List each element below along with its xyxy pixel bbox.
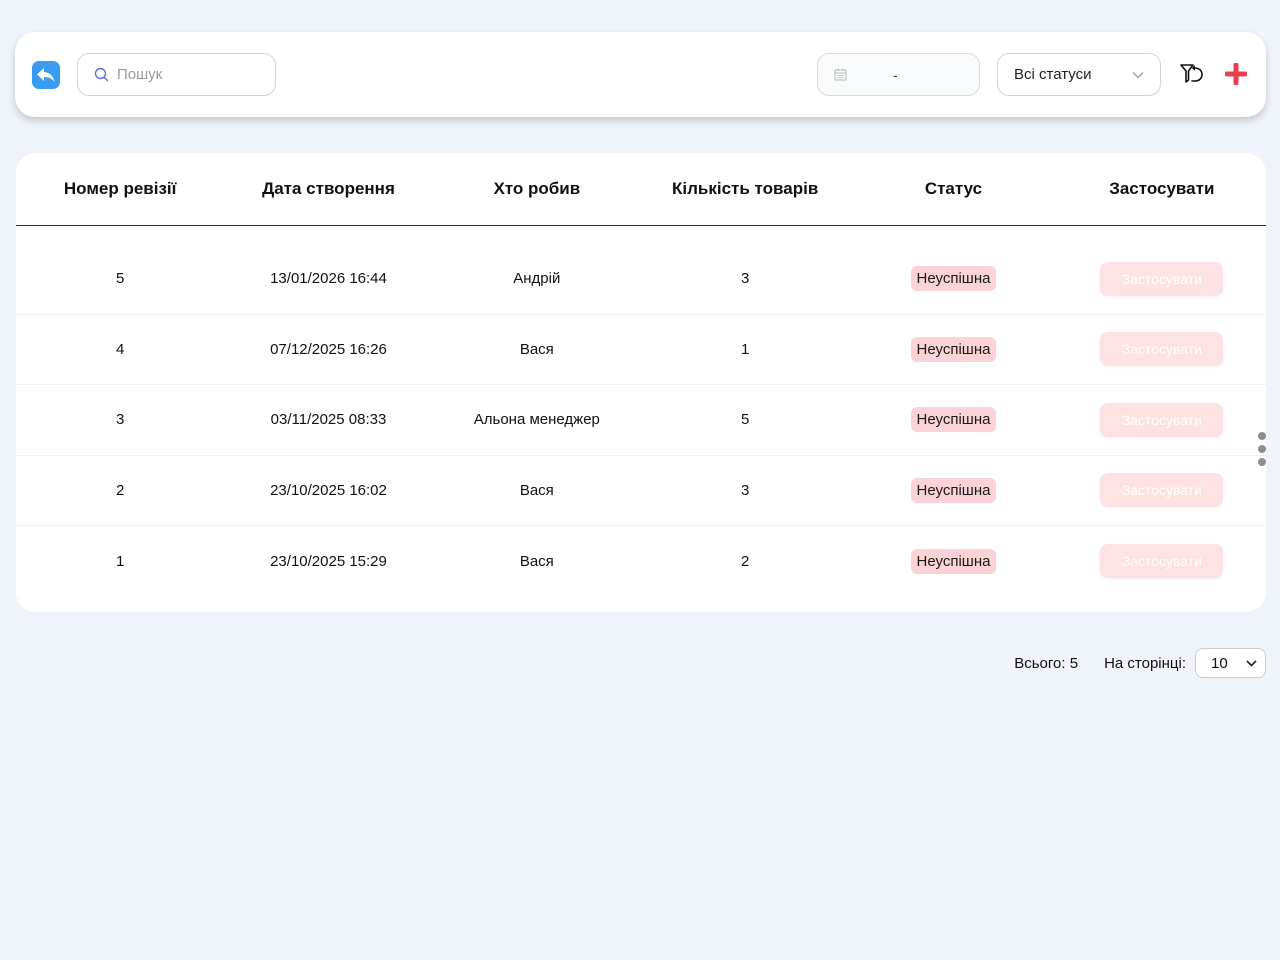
dot xyxy=(1258,445,1266,453)
plus-icon xyxy=(1225,63,1247,85)
cell-created-date: 07/12/2025 16:26 xyxy=(270,340,387,358)
per-page-value: 10 xyxy=(1211,654,1228,672)
cell-status: Неуспішна xyxy=(849,407,1057,433)
cell-created-date: 23/10/2025 15:29 xyxy=(270,552,387,570)
apply-button[interactable]: Застосувати xyxy=(1100,544,1224,579)
cell-status: Неуспішна xyxy=(849,548,1057,574)
dot xyxy=(1258,458,1266,466)
chevron-down-icon xyxy=(1246,659,1257,667)
cell-created-date: 13/01/2026 16:44 xyxy=(270,270,387,288)
status-badge: Неуспішна xyxy=(910,548,997,574)
apply-button[interactable]: Застосувати xyxy=(1100,332,1224,367)
more-options-dots-icon[interactable] xyxy=(1258,432,1266,466)
search-box[interactable] xyxy=(77,53,276,96)
cell-revision-number: 3 xyxy=(115,411,125,429)
cell-created-date: 03/11/2025 08:33 xyxy=(270,411,387,429)
back-button[interactable] xyxy=(32,61,60,89)
cell-apply: Застосувати xyxy=(1058,544,1266,579)
table-row: 4 07/12/2025 16:26 Вася 1 Неуспішна Заст… xyxy=(16,315,1266,385)
status-badge: Неуспішна xyxy=(910,407,997,433)
reset-filters-button[interactable] xyxy=(1178,60,1206,88)
status-filter-value: Всі статуси xyxy=(1014,66,1092,83)
status-badge: Неуспішна xyxy=(910,336,997,362)
pagination: Всього: 5 На сторінці: 10 xyxy=(1014,648,1266,678)
table-row: 5 13/01/2026 16:44 Андрій 3 Неуспішна За… xyxy=(16,244,1266,315)
header-item-count: Кількість товарів xyxy=(672,179,819,198)
per-page-label: На сторінці: xyxy=(1104,654,1186,672)
per-page-select[interactable]: 10 xyxy=(1195,648,1266,678)
cell-apply: Застосувати xyxy=(1058,402,1266,437)
cell-status: Неуспішна xyxy=(849,266,1057,292)
cell-author: Андрій xyxy=(513,270,561,288)
cell-status: Неуспішна xyxy=(849,477,1057,503)
header-revision-number: Номер ревізії xyxy=(63,179,177,198)
cell-apply: Застосувати xyxy=(1058,261,1266,296)
cell-apply: Застосувати xyxy=(1058,332,1266,367)
date-range-separator: - xyxy=(893,66,898,83)
cell-author: Вася xyxy=(519,340,554,358)
header-created-date: Дата створення xyxy=(262,179,395,198)
toolbar: - Всі статуси xyxy=(15,32,1266,117)
cell-item-count: 1 xyxy=(740,340,750,358)
add-button[interactable] xyxy=(1224,62,1248,86)
date-range-picker[interactable]: - xyxy=(817,53,980,96)
apply-button[interactable]: Застосувати xyxy=(1100,261,1224,296)
cell-apply: Застосувати xyxy=(1058,473,1266,508)
chevron-down-icon xyxy=(1132,71,1144,78)
table-row: 3 03/11/2025 08:33 Альона менеджер 5 Неу… xyxy=(16,385,1266,456)
status-badge: Неуспішна xyxy=(910,477,997,503)
search-input[interactable] xyxy=(117,66,257,83)
cell-revision-number: 2 xyxy=(115,481,125,499)
revisions-table: Номер ревізії Дата створення Хто робив К… xyxy=(16,153,1266,612)
calendar-icon xyxy=(834,68,847,81)
header-author: Хто робив xyxy=(493,179,581,198)
cell-status: Неуспішна xyxy=(849,336,1057,362)
cell-author: Вася xyxy=(519,481,554,499)
cell-author: Альона менеджер xyxy=(473,411,600,429)
table-header: Номер ревізії Дата створення Хто робив К… xyxy=(16,153,1266,226)
cell-item-count: 3 xyxy=(740,481,750,499)
apply-button[interactable]: Застосувати xyxy=(1100,473,1224,508)
cell-author: Вася xyxy=(519,552,554,570)
cell-item-count: 5 xyxy=(740,411,750,429)
filter-reset-icon xyxy=(1180,64,1203,83)
cell-item-count: 2 xyxy=(740,552,750,570)
cell-created-date: 23/10/2025 16:02 xyxy=(270,481,387,499)
reply-arrow-icon xyxy=(37,68,55,82)
status-filter-select[interactable]: Всі статуси xyxy=(997,53,1161,96)
header-status: Статус xyxy=(924,179,983,198)
cell-revision-number: 1 xyxy=(115,552,125,570)
dot xyxy=(1258,432,1266,440)
table-body: 5 13/01/2026 16:44 Андрій 3 Неуспішна За… xyxy=(16,226,1266,597)
cell-revision-number: 4 xyxy=(115,340,125,358)
total-count: Всього: 5 xyxy=(1014,654,1079,672)
table-row: 1 23/10/2025 15:29 Вася 2 Неуспішна Заст… xyxy=(16,526,1266,597)
table-row: 2 23/10/2025 16:02 Вася 3 Неуспішна Заст… xyxy=(16,456,1266,526)
apply-button[interactable]: Застосувати xyxy=(1100,402,1224,437)
status-badge: Неуспішна xyxy=(910,266,997,292)
header-apply: Застосувати xyxy=(1109,179,1215,198)
cell-revision-number: 5 xyxy=(115,270,125,288)
cell-item-count: 3 xyxy=(740,270,750,288)
search-icon xyxy=(94,67,109,82)
